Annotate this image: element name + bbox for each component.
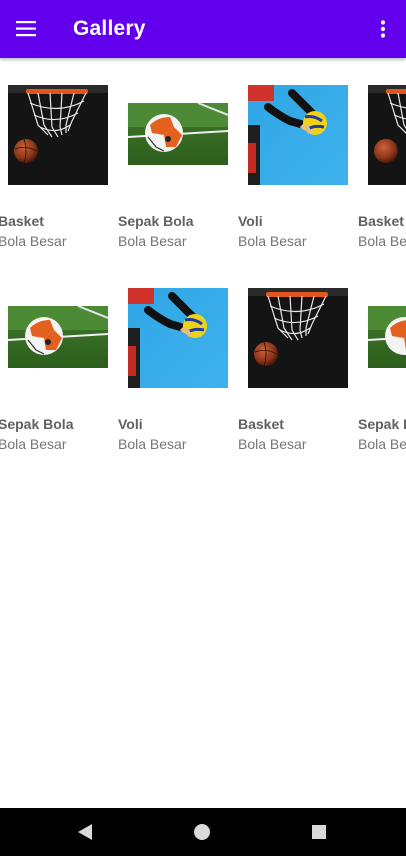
gallery-item[interactable]: Basket Bola Besar xyxy=(348,78,406,268)
item-category: Bola Besar xyxy=(358,233,406,249)
gallery-item[interactable]: Sepak Bola Bola Besar xyxy=(0,281,108,471)
basketball-hoop-image xyxy=(8,85,108,185)
basketball-hoop-image xyxy=(368,85,406,185)
gallery-item[interactable]: Voli Bola Besar xyxy=(108,281,228,471)
volleyball-image xyxy=(128,288,228,388)
app-bar: Gallery xyxy=(0,0,406,58)
hamburger-menu-icon[interactable] xyxy=(10,12,44,46)
more-vert-icon[interactable] xyxy=(368,12,398,46)
recents-square-icon[interactable] xyxy=(307,820,331,844)
item-category: Bola Besar xyxy=(118,233,187,249)
gallery-grid[interactable]: Basket Bola Besar Sepak Bola Bola Besar … xyxy=(0,58,406,808)
gallery-item[interactable]: Sepak Bola Bola Besar xyxy=(108,78,228,268)
soccer-ball-image xyxy=(8,306,108,368)
gallery-item[interactable]: Basket Bola Besar xyxy=(0,78,108,268)
item-name: Sepak Bola xyxy=(118,213,194,229)
item-name: Basket xyxy=(358,213,404,229)
item-name: Voli xyxy=(238,213,263,229)
item-name: Sepak Bola xyxy=(0,416,74,432)
item-category: Bola Besar xyxy=(118,436,187,452)
item-category: Bola Besar xyxy=(238,233,307,249)
basketball-hoop-image xyxy=(248,288,348,388)
item-category: Bola Besar xyxy=(0,233,67,249)
soccer-ball-image xyxy=(128,103,228,165)
page-title: Gallery xyxy=(73,17,146,40)
gallery-row: Sepak Bola Bola Besar Voli Bola Besar Ba… xyxy=(0,281,406,471)
item-category: Bola Besar xyxy=(0,436,67,452)
system-nav-bar xyxy=(0,808,406,856)
soccer-ball-image xyxy=(368,306,406,368)
home-circle-icon[interactable] xyxy=(190,820,214,844)
item-name: Voli xyxy=(118,416,143,432)
back-triangle-icon[interactable] xyxy=(73,820,97,844)
gallery-item[interactable]: Sepak Bola Bola Besar xyxy=(348,281,406,471)
volleyball-image xyxy=(248,85,348,185)
gallery-item[interactable]: Basket Bola Besar xyxy=(228,281,348,471)
item-name: Basket xyxy=(0,213,44,229)
item-name: Basket xyxy=(238,416,284,432)
gallery-row: Basket Bola Besar Sepak Bola Bola Besar … xyxy=(0,78,406,268)
gallery-item[interactable]: Voli Bola Besar xyxy=(228,78,348,268)
item-category: Bola Besar xyxy=(238,436,307,452)
item-name: Sepak Bola xyxy=(358,416,406,432)
item-category: Bola Besar xyxy=(358,436,406,452)
